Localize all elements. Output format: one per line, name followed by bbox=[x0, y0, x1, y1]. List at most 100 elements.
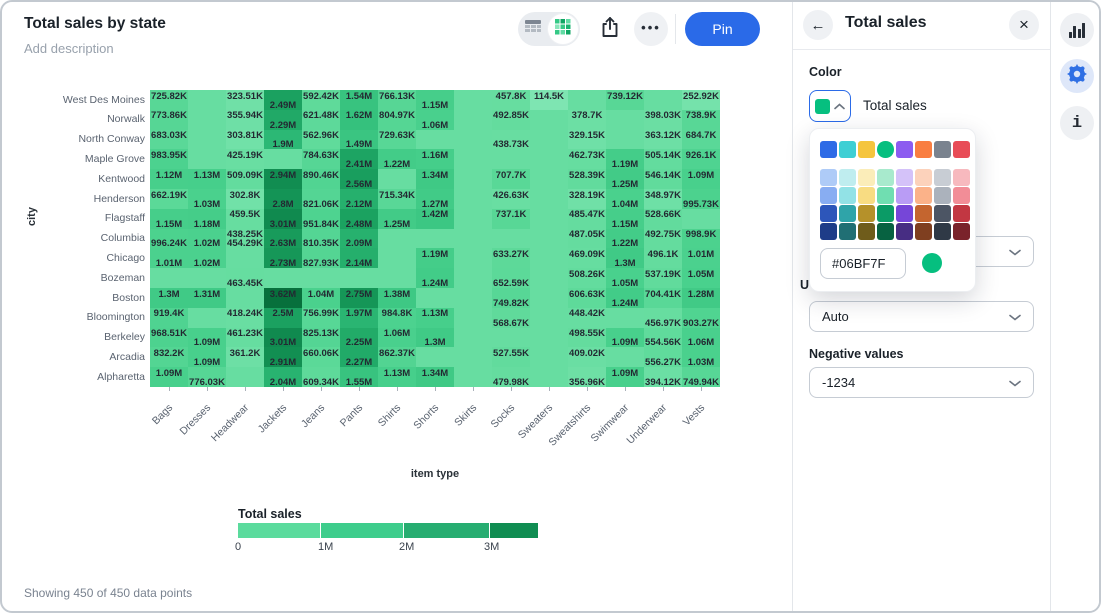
heatmap-cell[interactable] bbox=[530, 248, 568, 268]
heatmap-cell[interactable] bbox=[150, 268, 188, 288]
palette-swatch[interactable] bbox=[839, 223, 856, 240]
palette-swatch[interactable] bbox=[858, 187, 875, 204]
heatmap-cell[interactable] bbox=[454, 268, 492, 288]
heatmap-cell[interactable] bbox=[492, 328, 530, 348]
heatmap-cell[interactable] bbox=[416, 130, 454, 150]
heatmap-cell[interactable] bbox=[416, 347, 454, 367]
palette-swatch[interactable] bbox=[877, 205, 894, 222]
heatmap-cell[interactable] bbox=[378, 169, 416, 189]
heatmap-cell[interactable] bbox=[378, 268, 416, 288]
chart-type-button[interactable] bbox=[1060, 13, 1094, 47]
heatmap-cell[interactable] bbox=[454, 90, 492, 110]
palette-swatch[interactable] bbox=[915, 187, 932, 204]
heatmap-cell[interactable] bbox=[454, 229, 492, 249]
heatmap-cell[interactable] bbox=[416, 229, 454, 249]
heatmap-cell[interactable] bbox=[264, 268, 302, 288]
palette-swatch[interactable] bbox=[820, 169, 837, 186]
heatmap-cell[interactable] bbox=[454, 308, 492, 328]
heatmap-cell[interactable] bbox=[264, 149, 302, 169]
heatmap-cell[interactable] bbox=[454, 130, 492, 150]
heatmap-view-button[interactable] bbox=[548, 14, 578, 44]
heatmap-cell[interactable] bbox=[378, 229, 416, 249]
palette-swatch[interactable] bbox=[896, 205, 913, 222]
palette-swatch[interactable] bbox=[896, 223, 913, 240]
heatmap-cell[interactable] bbox=[492, 229, 530, 249]
more-options-button[interactable]: ••• bbox=[634, 12, 668, 46]
palette-swatch[interactable] bbox=[820, 187, 837, 204]
heatmap-cell[interactable] bbox=[530, 149, 568, 169]
heatmap-cell[interactable] bbox=[226, 248, 264, 268]
description-placeholder[interactable]: Add description bbox=[24, 41, 114, 56]
heatmap-cell[interactable] bbox=[188, 90, 226, 110]
hex-color-preview[interactable] bbox=[922, 253, 942, 273]
palette-swatch[interactable] bbox=[858, 223, 875, 240]
heatmap-cell[interactable] bbox=[302, 268, 340, 288]
palette-swatch[interactable] bbox=[858, 205, 875, 222]
palette-swatch[interactable] bbox=[934, 141, 951, 158]
heatmap-cell[interactable] bbox=[606, 308, 644, 328]
palette-swatch[interactable] bbox=[953, 141, 970, 158]
hex-color-input[interactable]: #06BF7F bbox=[820, 248, 906, 279]
heatmap-cell[interactable] bbox=[454, 169, 492, 189]
palette-swatch[interactable] bbox=[915, 205, 932, 222]
palette-swatch[interactable] bbox=[915, 169, 932, 186]
heatmap-cell[interactable] bbox=[530, 367, 568, 387]
settings-button-active[interactable] bbox=[1060, 59, 1094, 93]
heatmap-cell[interactable] bbox=[606, 110, 644, 130]
palette-swatch[interactable] bbox=[839, 141, 856, 158]
palette-swatch[interactable] bbox=[953, 223, 970, 240]
heatmap-cell[interactable] bbox=[454, 149, 492, 169]
format-dropdown[interactable]: Auto bbox=[809, 301, 1034, 332]
heatmap-cell[interactable] bbox=[530, 328, 568, 348]
heatmap-cell[interactable] bbox=[226, 367, 264, 387]
palette-swatch[interactable] bbox=[820, 205, 837, 222]
color-swatch-dropdown[interactable] bbox=[809, 90, 851, 122]
heatmap-cell[interactable] bbox=[530, 308, 568, 328]
heatmap-cell[interactable] bbox=[530, 169, 568, 189]
heatmap-cell[interactable] bbox=[188, 268, 226, 288]
palette-swatch[interactable] bbox=[953, 169, 970, 186]
heatmap-cell[interactable] bbox=[530, 110, 568, 130]
palette-swatch[interactable] bbox=[820, 141, 837, 158]
share-button[interactable] bbox=[596, 15, 624, 43]
palette-swatch[interactable] bbox=[858, 169, 875, 186]
heatmap-cell[interactable] bbox=[378, 248, 416, 268]
heatmap-cell[interactable] bbox=[530, 209, 568, 229]
palette-swatch[interactable] bbox=[858, 141, 875, 158]
heatmap-cell[interactable] bbox=[530, 347, 568, 367]
palette-swatch[interactable] bbox=[877, 169, 894, 186]
negative-values-dropdown[interactable]: -1234 bbox=[809, 367, 1034, 398]
heatmap-cell[interactable] bbox=[454, 347, 492, 367]
heatmap-cell[interactable] bbox=[454, 248, 492, 268]
back-button[interactable]: ← bbox=[803, 10, 833, 40]
heatmap-cell[interactable] bbox=[454, 189, 492, 209]
heatmap-cell[interactable] bbox=[492, 149, 530, 169]
palette-swatch[interactable] bbox=[953, 205, 970, 222]
palette-swatch[interactable] bbox=[934, 169, 951, 186]
palette-swatch[interactable] bbox=[839, 205, 856, 222]
heatmap-cell[interactable] bbox=[188, 130, 226, 150]
palette-swatch[interactable] bbox=[820, 223, 837, 240]
panel-close-button[interactable]: × bbox=[1009, 10, 1039, 40]
table-view-button[interactable] bbox=[518, 12, 548, 46]
pin-button[interactable]: Pin bbox=[685, 12, 760, 46]
heatmap-cell[interactable] bbox=[226, 288, 264, 308]
palette-swatch[interactable] bbox=[896, 141, 913, 158]
palette-swatch[interactable] bbox=[915, 223, 932, 240]
palette-swatch[interactable] bbox=[839, 169, 856, 186]
heatmap-cell[interactable] bbox=[606, 130, 644, 150]
palette-swatch[interactable] bbox=[953, 187, 970, 204]
palette-swatch[interactable] bbox=[896, 169, 913, 186]
heatmap-cell[interactable] bbox=[454, 288, 492, 308]
info-button[interactable]: i bbox=[1060, 106, 1094, 140]
palette-swatch[interactable] bbox=[915, 141, 932, 158]
heatmap-cell[interactable] bbox=[530, 229, 568, 249]
palette-swatch[interactable] bbox=[877, 187, 894, 204]
palette-swatch[interactable] bbox=[934, 205, 951, 222]
palette-swatch[interactable] bbox=[934, 187, 951, 204]
palette-swatch[interactable] bbox=[896, 187, 913, 204]
heatmap-cell[interactable] bbox=[644, 90, 682, 110]
heatmap-cell[interactable] bbox=[340, 268, 378, 288]
palette-swatch[interactable] bbox=[877, 141, 894, 158]
heatmap-cell[interactable] bbox=[682, 209, 720, 229]
